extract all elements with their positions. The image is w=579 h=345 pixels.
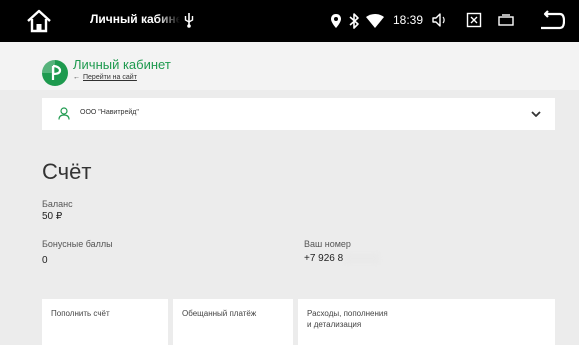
location-icon — [331, 14, 341, 28]
promised-payment-card[interactable]: Обещанный платёж — [173, 299, 293, 345]
go-to-site-link[interactable]: ← Перейти на сайт — [73, 74, 137, 81]
clock: 18:39 — [393, 13, 424, 27]
account-selector[interactable]: ООО "Навитрейд" — [42, 98, 555, 130]
user-icon — [58, 107, 70, 120]
balance-value: 50 ₽ — [42, 211, 63, 222]
brand-logo — [42, 60, 68, 86]
bluetooth-icon — [349, 13, 359, 29]
phone-number-blur — [345, 253, 380, 263]
balance-label: Баланс — [42, 199, 73, 209]
bonus-label: Бонусные баллы — [42, 239, 113, 249]
page-title: Счёт — [42, 159, 92, 184]
app-title: Личный кабинет — [90, 12, 180, 26]
screenshot-icon[interactable] — [466, 12, 482, 28]
go-to-site-label: Перейти на сайт — [83, 74, 137, 81]
status-bar: Личный кабинет 18:39 — [0, 0, 579, 42]
chevron-down-icon[interactable] — [531, 110, 541, 118]
home-icon[interactable] — [26, 9, 52, 33]
phone-number-value: +7 926 8 — [304, 253, 380, 264]
window-icon[interactable] — [498, 13, 514, 27]
expenses-details-card[interactable]: Расходы, пополнения и детализация — [298, 299, 555, 345]
phone-number-text: +7 926 8 — [304, 253, 344, 264]
top-up-card[interactable]: Пополнить счёт — [42, 299, 168, 345]
header-title: Личный кабинет — [73, 57, 171, 72]
bonus-value: 0 — [42, 255, 48, 266]
promised-payment-label: Обещанный платёж — [182, 309, 257, 318]
back-icon[interactable] — [539, 10, 565, 32]
arrow-left-icon: ← — [73, 74, 80, 81]
usb-icon — [184, 13, 194, 28]
account-name: ООО "Навитрейд" — [80, 109, 139, 116]
volume-icon[interactable] — [431, 12, 447, 28]
phone-number-label: Ваш номер — [304, 239, 351, 249]
wifi-icon — [366, 14, 384, 28]
expenses-details-label: Расходы, пополнения и детализация — [307, 309, 388, 329]
top-up-label: Пополнить счёт — [51, 309, 110, 318]
